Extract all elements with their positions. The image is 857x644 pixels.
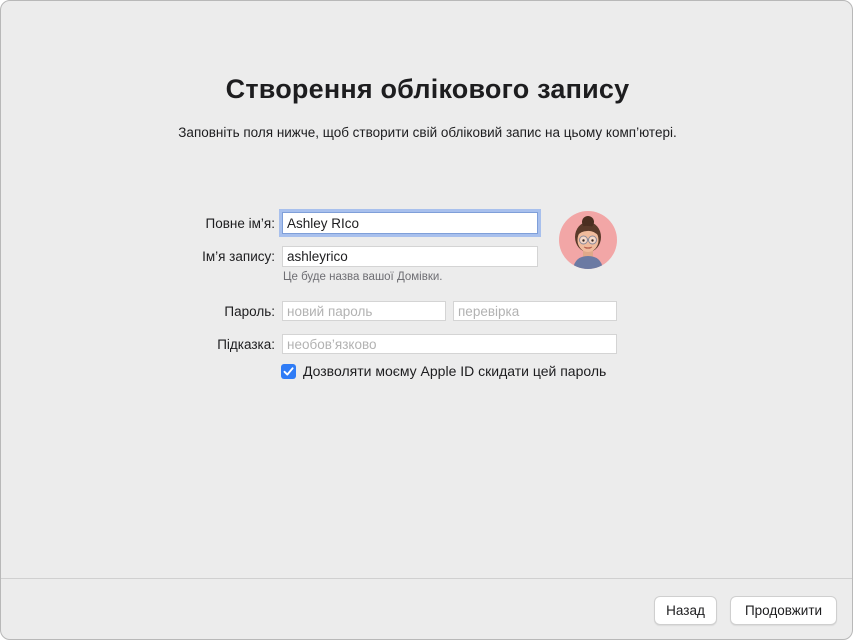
password-field[interactable] [282,301,446,321]
page-subtitle: Заповніть поля нижче, щоб створити свій … [178,125,677,140]
allow-apple-id-reset-checkbox[interactable] [281,364,296,379]
checkmark-icon [283,367,294,376]
memoji-avatar-icon[interactable] [559,211,617,269]
page-title: Створення облікового запису [225,74,630,104]
password-verify-field[interactable] [453,301,617,321]
account-name-field[interactable] [282,246,538,267]
password-label: Пароль: [224,304,275,319]
back-button[interactable]: Назад [654,596,717,625]
allow-apple-id-reset-label[interactable]: Дозволяти моєму Apple ID скидати цей пар… [303,363,606,379]
continue-button[interactable]: Продовжити [730,596,837,625]
account-name-label: Ім’я запису: [202,249,275,264]
hint-label: Підказка: [217,337,275,352]
footer-divider [1,578,852,579]
setup-assistant-window: Створення облікового запису Заповніть по… [0,0,853,640]
hint-field[interactable] [282,334,617,354]
full-name-label: Повне ім’я: [205,216,275,231]
account-name-helper: Це буде назва вашої Домівки. [283,271,443,283]
full-name-field[interactable] [282,212,538,234]
